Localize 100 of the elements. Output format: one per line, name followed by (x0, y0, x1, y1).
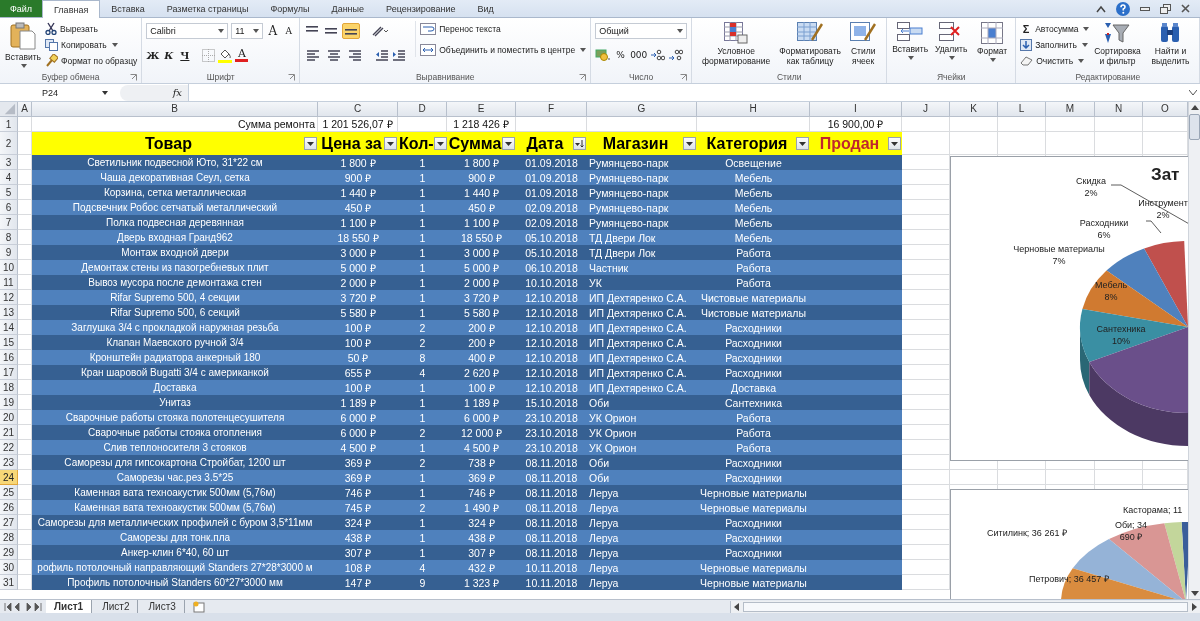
ribbon-tab[interactable]: Главная (42, 0, 101, 19)
row-header[interactable]: 4 (0, 170, 18, 186)
row-header[interactable]: 10 (0, 260, 18, 276)
autosum-button[interactable]: Σ Автосумма (1020, 21, 1090, 37)
wrap-text-button[interactable]: Перенос текста (420, 21, 587, 37)
grow-font-button[interactable]: A (266, 23, 280, 40)
column-header[interactable]: K (950, 102, 998, 118)
ribbon-tab[interactable]: Формулы (259, 0, 321, 18)
dialog-launcher-icon[interactable] (288, 73, 296, 81)
column-header[interactable]: F (516, 102, 587, 118)
vertical-align-button[interactable] (342, 23, 361, 40)
collapse-ribbon-icon[interactable] (1096, 4, 1106, 13)
ribbon-tab[interactable]: Вставка (100, 0, 156, 18)
row-header[interactable]: 12 (0, 290, 18, 306)
currency-icon[interactable] (595, 48, 612, 62)
increase-decimal-icon[interactable] (650, 49, 666, 62)
increase-indent-icon[interactable] (392, 49, 407, 62)
number-format-field[interactable]: Общий (595, 23, 688, 40)
decrease-decimal-icon[interactable] (668, 49, 684, 62)
sheet-tab[interactable]: Лист1 (46, 600, 93, 614)
fill-color-icon[interactable] (218, 47, 233, 63)
italic-button[interactable]: К (162, 47, 176, 64)
merge-center-button[interactable]: Объединить и поместить в центре (420, 42, 587, 58)
row-header[interactable]: 2 (0, 132, 18, 156)
ribbon-tab[interactable]: Разметка страницы (155, 0, 260, 18)
dialog-launcher-icon[interactable] (579, 73, 587, 81)
scroll-right-icon[interactable] (1192, 602, 1197, 611)
column-header[interactable]: G (587, 102, 697, 118)
row-header[interactable]: 23 (0, 455, 18, 471)
row-header[interactable]: 30 (0, 560, 18, 576)
row-header[interactable]: 7 (0, 215, 18, 231)
column-header[interactable]: J (902, 102, 950, 118)
scroll-thumb[interactable] (743, 601, 1188, 612)
sheet-navigation-icon[interactable] (4, 602, 44, 611)
help-icon[interactable] (1116, 1, 1130, 16)
conditional-formatting-button[interactable]: Условное форматирование (696, 21, 777, 68)
row-header[interactable]: 29 (0, 545, 18, 561)
font-name-field[interactable]: Calibri (146, 23, 229, 40)
decrease-indent-icon[interactable] (375, 49, 390, 62)
insert-cells-button[interactable]: Вставить (891, 21, 930, 62)
file-tab[interactable]: Файл (0, 0, 42, 18)
percent-button[interactable]: % (614, 47, 628, 64)
ribbon-tab[interactable]: Вид (466, 0, 505, 18)
filter-button[interactable] (502, 137, 515, 151)
text-orientation-icon[interactable] (371, 25, 390, 38)
column-header[interactable]: C (318, 102, 398, 118)
filter-button[interactable] (683, 137, 696, 151)
scroll-up-icon[interactable] (1190, 105, 1199, 111)
row-header[interactable]: 28 (0, 530, 18, 546)
shrink-font-button[interactable]: A (282, 23, 296, 40)
row-header[interactable]: 25 (0, 485, 18, 501)
column-header[interactable]: D (398, 102, 447, 118)
row-header[interactable]: 26 (0, 500, 18, 516)
horizontal-scrollbar[interactable] (730, 600, 1200, 613)
scroll-left-icon[interactable] (734, 602, 739, 611)
clear-button[interactable]: Очистить (1020, 53, 1090, 69)
filter-button[interactable] (384, 137, 397, 151)
sort-filter-button[interactable]: Сортировка и фильтр (1092, 21, 1143, 68)
row-header[interactable]: 3 (0, 155, 18, 171)
row-header[interactable]: 15 (0, 335, 18, 351)
cell-styles-button[interactable]: Стили ячеек (844, 21, 883, 68)
row-header[interactable]: 17 (0, 365, 18, 381)
filter-button[interactable] (304, 137, 317, 151)
column-header[interactable]: M (1046, 102, 1095, 118)
restore-icon[interactable] (1160, 3, 1171, 14)
column-header[interactable]: E (447, 102, 516, 118)
sort-filter-button[interactable] (573, 137, 586, 151)
font-size-field[interactable]: 11 (231, 23, 264, 40)
close-icon[interactable] (1181, 4, 1190, 14)
row-header[interactable]: 1 (0, 117, 18, 133)
filter-button[interactable] (433, 137, 447, 151)
scroll-down-icon[interactable] (1190, 591, 1199, 597)
row-header[interactable]: 27 (0, 515, 18, 531)
row-header[interactable]: 18 (0, 380, 18, 396)
column-header[interactable]: N (1095, 102, 1143, 118)
row-header[interactable]: 24 (0, 470, 18, 486)
format-cells-button[interactable]: Формат (973, 21, 1012, 64)
expand-icon[interactable] (1189, 90, 1197, 96)
bold-button[interactable]: Ж (146, 47, 160, 64)
column-header[interactable]: L (998, 102, 1046, 118)
row-header[interactable]: 22 (0, 440, 18, 456)
row-header[interactable]: 20 (0, 410, 18, 426)
column-header[interactable]: A (18, 102, 32, 118)
copy-button[interactable]: Копировать (45, 37, 138, 53)
name-box[interactable]: P24 (0, 84, 112, 101)
row-header[interactable]: 9 (0, 245, 18, 261)
delete-cells-button[interactable]: Удалить (932, 21, 971, 62)
row-header[interactable]: 6 (0, 200, 18, 216)
filter-button[interactable] (796, 137, 809, 151)
row-header[interactable]: 11 (0, 275, 18, 291)
row-header[interactable]: 13 (0, 305, 18, 321)
row-header[interactable]: 8 (0, 230, 18, 246)
row-header[interactable]: 14 (0, 320, 18, 336)
format-painter-button[interactable]: Формат по образцу (45, 53, 138, 69)
column-header[interactable]: B (32, 102, 318, 118)
row-header[interactable]: 21 (0, 425, 18, 441)
column-header[interactable]: I (810, 102, 902, 118)
row-header[interactable]: 5 (0, 185, 18, 201)
underline-button[interactable]: Ч (178, 47, 192, 64)
row-header[interactable]: 19 (0, 395, 18, 411)
